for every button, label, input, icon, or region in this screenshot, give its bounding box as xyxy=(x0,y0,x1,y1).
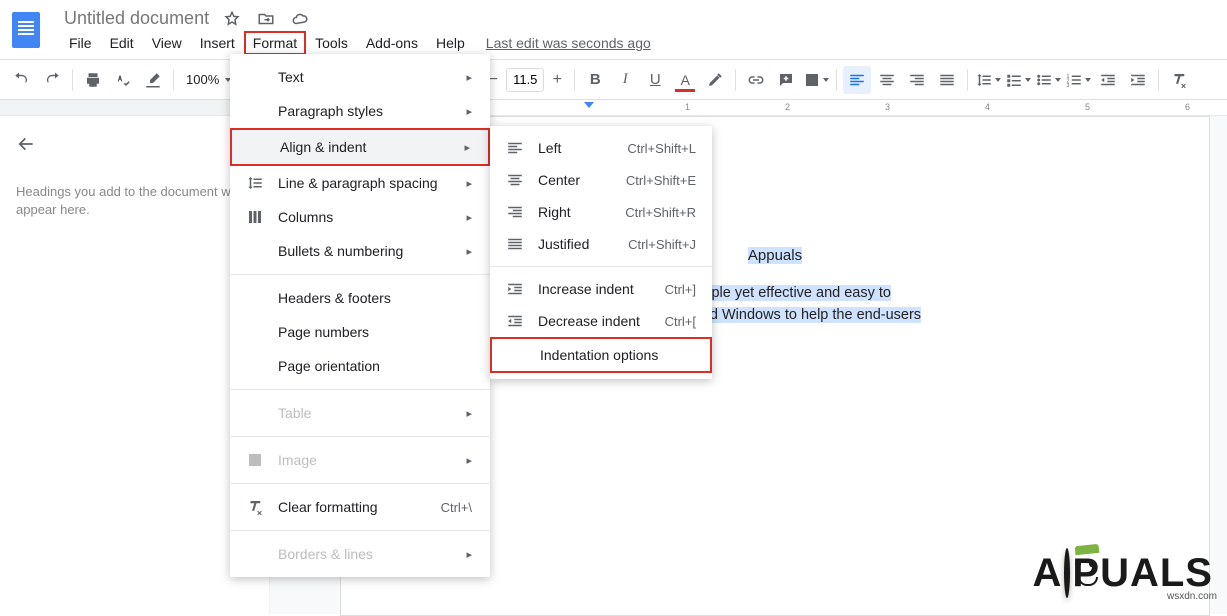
format-text[interactable]: Text xyxy=(230,60,490,94)
ruler[interactable]: 1 2 3 4 5 6 xyxy=(0,100,1227,116)
undo-button[interactable] xyxy=(8,66,36,94)
italic-button[interactable]: I xyxy=(611,66,639,94)
format-clear-formatting[interactable]: Clear formattingCtrl+\ xyxy=(230,490,490,524)
paint-format-button[interactable] xyxy=(139,66,167,94)
add-comment-button[interactable] xyxy=(772,66,800,94)
align-left-option[interactable]: LeftCtrl+Shift+L xyxy=(490,132,712,164)
align-center-button[interactable] xyxy=(873,66,901,94)
format-borders-lines: Borders & lines xyxy=(230,537,490,571)
menu-help[interactable]: Help xyxy=(427,31,474,55)
checklist-button[interactable] xyxy=(1004,66,1032,94)
insert-link-button[interactable] xyxy=(742,66,770,94)
format-page-numbers[interactable]: Page numbers xyxy=(230,315,490,349)
format-line-spacing[interactable]: Line & paragraph spacing xyxy=(230,166,490,200)
menu-format[interactable]: Format xyxy=(244,31,306,55)
menu-insert[interactable]: Insert xyxy=(191,31,244,55)
format-menu: Text Paragraph styles Align & indent Lin… xyxy=(230,54,490,577)
menu-bar: File Edit View Insert Format Tools Add-o… xyxy=(50,31,1227,59)
clear-formatting-button[interactable] xyxy=(1165,66,1193,94)
format-bullets-numbering[interactable]: Bullets & numbering xyxy=(230,234,490,268)
appuals-watermark-logo: A PUALS xyxy=(1033,551,1213,596)
underline-button[interactable]: U xyxy=(641,66,669,94)
svg-text:3: 3 xyxy=(1067,82,1070,88)
align-center-option[interactable]: CenterCtrl+Shift+E xyxy=(490,164,712,196)
decrease-indent-option[interactable]: Decrease indentCtrl+[ xyxy=(490,305,712,337)
numbered-list-button[interactable]: 123 xyxy=(1064,66,1092,94)
menu-tools[interactable]: Tools xyxy=(306,31,357,55)
insert-image-button[interactable] xyxy=(802,66,830,94)
menu-view[interactable]: View xyxy=(143,31,191,55)
menu-addons[interactable]: Add-ons xyxy=(357,31,427,55)
align-left-button[interactable] xyxy=(843,66,871,94)
menu-file[interactable]: File xyxy=(60,31,101,55)
format-columns[interactable]: Columns xyxy=(230,200,490,234)
move-icon[interactable] xyxy=(257,10,275,28)
align-right-option[interactable]: RightCtrl+Shift+R xyxy=(490,196,712,228)
line-spacing-button[interactable] xyxy=(974,66,1002,94)
fontsize-increase[interactable]: + xyxy=(546,69,568,91)
align-indent-submenu: LeftCtrl+Shift+L CenterCtrl+Shift+E Righ… xyxy=(490,126,712,379)
align-right-button[interactable] xyxy=(903,66,931,94)
indentation-options[interactable]: Indentation options xyxy=(490,337,712,373)
align-justified-option[interactable]: JustifiedCtrl+Shift+J xyxy=(490,228,712,260)
format-paragraph-styles[interactable]: Paragraph styles xyxy=(230,94,490,128)
app-header: Untitled document File Edit View Insert … xyxy=(0,0,1227,60)
star-icon[interactable] xyxy=(223,10,241,28)
last-edit-link[interactable]: Last edit was seconds ago xyxy=(486,35,651,51)
docs-icon xyxy=(12,12,40,48)
format-image: Image xyxy=(230,443,490,477)
redo-button[interactable] xyxy=(38,66,66,94)
outline-empty-hint: Headings you add to the document will ap… xyxy=(16,183,253,219)
format-align-indent[interactable]: Align & indent xyxy=(230,128,490,166)
increase-indent-option[interactable]: Increase indentCtrl+] xyxy=(490,273,712,305)
fontsize-input[interactable]: 11.5 xyxy=(506,68,544,92)
menu-edit[interactable]: Edit xyxy=(101,31,143,55)
format-page-orientation[interactable]: Page orientation xyxy=(230,349,490,383)
toolbar: 100% − 11.5 + B I U A 123 xyxy=(0,60,1227,100)
increase-indent-button[interactable] xyxy=(1124,66,1152,94)
cloud-icon[interactable] xyxy=(291,10,309,28)
bulleted-list-button[interactable] xyxy=(1034,66,1062,94)
align-justify-button[interactable] xyxy=(933,66,961,94)
docs-logo[interactable] xyxy=(0,6,50,48)
format-table: Table xyxy=(230,396,490,430)
text-color-button[interactable]: A xyxy=(671,66,699,94)
outline-collapse-button[interactable] xyxy=(16,134,253,159)
document-title[interactable]: Untitled document xyxy=(64,8,209,29)
bold-button[interactable]: B xyxy=(581,66,609,94)
highlight-button[interactable] xyxy=(701,66,729,94)
decrease-indent-button[interactable] xyxy=(1094,66,1122,94)
print-button[interactable] xyxy=(79,66,107,94)
spellcheck-button[interactable] xyxy=(109,66,137,94)
source-watermark: wsxdn.com xyxy=(1167,591,1217,602)
format-headers-footers[interactable]: Headers & footers xyxy=(230,281,490,315)
zoom-select[interactable]: 100% xyxy=(180,72,237,87)
